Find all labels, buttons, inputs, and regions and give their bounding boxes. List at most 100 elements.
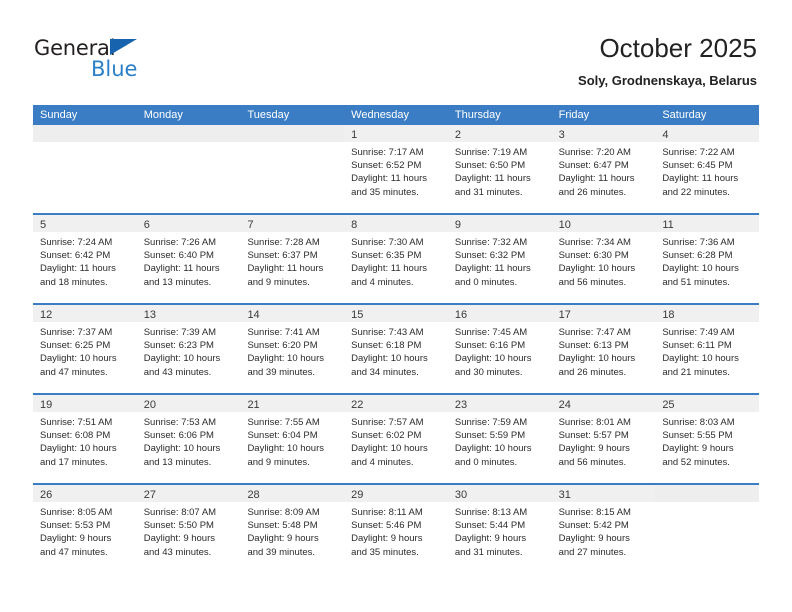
daylight-text-line2: and 30 minutes. xyxy=(454,366,523,378)
calendar-week-row: 1 Sunrise: 7:17 AM Sunset: 6:52 PM Daylight… xyxy=(33,125,760,213)
daylight-text-line1: Daylight: 9 hours xyxy=(662,443,734,455)
day-cell-26[interactable]: 26 Sunrise: 8:05 AM Sunset: 5:53 PM Dayligh… xyxy=(33,485,137,573)
day-cell-27[interactable]: 27 Sunrise: 8:07 AM Sunset: 5:50 PM Dayligh… xyxy=(136,485,241,573)
day-number-band: 15 xyxy=(344,305,448,322)
day-cell-19[interactable]: 19 Sunrise: 7:51 AM Sunset: 6:08 PM Dayligh… xyxy=(33,395,137,483)
day-cell-17[interactable]: 17 Sunrise: 7:47 AM Sunset: 6:13 PM Dayligh… xyxy=(551,305,656,393)
day-number-band: 17 xyxy=(551,305,656,322)
day-number-band: 4 xyxy=(655,125,760,142)
day-number-band: 3 xyxy=(551,125,656,142)
daylight-text-line2: and 9 minutes. xyxy=(247,276,310,288)
sunrise-text: Sunrise: 7:41 AM xyxy=(247,327,320,338)
daylight-text-line2: and 31 minutes. xyxy=(454,546,523,558)
daylight-text-line2: and 21 minutes. xyxy=(662,366,730,378)
general-blue-logo[interactable]: General Blue xyxy=(34,36,214,88)
day-cell-21[interactable]: 21 Sunrise: 7:55 AM Sunset: 6:04 PM Dayligh… xyxy=(240,395,345,483)
daylight-text-line1: Daylight: 11 hours xyxy=(558,173,635,185)
daylight-text-line2: and 43 minutes. xyxy=(143,366,212,378)
day-number: 28 xyxy=(247,489,260,501)
page-header: General Blue October 2025 Soly, Grodnens… xyxy=(0,0,792,100)
day-number: 31 xyxy=(558,489,571,501)
day-details: Sunrise: 7:51 AM Sunset: 6:08 PM Daylight:… xyxy=(33,412,137,469)
day-cell-2[interactable]: 2 Sunrise: 7:19 AM Sunset: 6:50 PM Daylight… xyxy=(447,125,552,213)
sunrise-text: Sunrise: 7:36 AM xyxy=(662,237,735,248)
day-details: Sunrise: 8:07 AM Sunset: 5:50 PM Daylight:… xyxy=(137,502,241,559)
sunrise-text: Sunrise: 7:32 AM xyxy=(454,237,528,248)
day-number-band: 1 xyxy=(344,125,448,142)
day-cell-6[interactable]: 6 Sunrise: 7:26 AM Sunset: 6:40 PM Daylight… xyxy=(136,215,241,303)
day-number-band: 10 xyxy=(551,215,656,232)
day-number-band: 9 xyxy=(447,215,552,232)
daylight-text-line2: and 22 minutes. xyxy=(662,186,730,198)
sunset-text: Sunset: 5:42 PM xyxy=(558,520,629,532)
sunrise-text: Sunrise: 7:24 AM xyxy=(40,237,113,248)
day-details: Sunrise: 8:13 AM Sunset: 5:44 PM Daylight:… xyxy=(448,502,552,559)
day-cell-18[interactable]: 18 Sunrise: 7:49 AM Sunset: 6:11 PM Dayligh… xyxy=(655,305,760,393)
day-details: Sunrise: 7:19 AM Sunset: 6:50 PM Daylight:… xyxy=(448,142,552,199)
day-cell-16[interactable]: 16 Sunrise: 7:45 AM Sunset: 6:16 PM Dayligh… xyxy=(447,305,552,393)
daylight-text-line1: Daylight: 11 hours xyxy=(662,173,739,185)
daylight-text-line1: Daylight: 10 hours xyxy=(351,443,428,455)
daylight-text-line2: and 34 minutes. xyxy=(351,366,419,378)
day-cell-3[interactable]: 3 Sunrise: 7:20 AM Sunset: 6:47 PM Daylight… xyxy=(551,125,656,213)
day-number: 23 xyxy=(454,399,468,411)
day-number: 29 xyxy=(351,489,364,501)
sunrise-text: Sunrise: 8:09 AM xyxy=(247,507,320,518)
sunset-text: Sunset: 5:44 PM xyxy=(454,520,526,532)
day-details: Sunrise: 7:55 AM Sunset: 6:04 PM Daylight:… xyxy=(240,412,344,469)
daylight-text-line2: and 9 minutes. xyxy=(247,456,310,468)
day-cell-30[interactable]: 30 Sunrise: 8:13 AM Sunset: 5:44 PM Dayligh… xyxy=(447,485,552,573)
day-cell-11[interactable]: 11 Sunrise: 7:36 AM Sunset: 6:28 PM Dayligh… xyxy=(655,215,760,303)
sunrise-text: Sunrise: 7:59 AM xyxy=(454,417,528,428)
day-details: Sunrise: 7:41 AM Sunset: 6:20 PM Daylight:… xyxy=(240,322,344,379)
day-number: 21 xyxy=(247,399,260,411)
day-cell-7[interactable]: 7 Sunrise: 7:28 AM Sunset: 6:37 PM Daylight… xyxy=(240,215,345,303)
day-number: 25 xyxy=(662,399,675,411)
day-cell-8[interactable]: 8 Sunrise: 7:30 AM Sunset: 6:35 PM Daylight… xyxy=(344,215,448,303)
day-number-band: 29 xyxy=(344,485,448,502)
daylight-text-line2: and 17 minutes. xyxy=(40,456,108,468)
day-cell-10[interactable]: 10 Sunrise: 7:34 AM Sunset: 6:30 PM Dayligh… xyxy=(551,215,656,303)
daylight-text-line2: and 56 minutes. xyxy=(558,276,627,288)
weekday-header-monday: Monday xyxy=(143,109,183,121)
daylight-text-line1: Daylight: 10 hours xyxy=(40,443,117,455)
day-cell-25[interactable]: 25 Sunrise: 8:03 AM Sunset: 5:55 PM Dayligh… xyxy=(655,395,760,483)
day-number-band: 2 xyxy=(447,125,552,142)
day-cell-5[interactable]: 5 Sunrise: 7:24 AM Sunset: 6:42 PM Daylight… xyxy=(33,215,137,303)
day-number: 22 xyxy=(351,399,364,411)
calendar-week-row: 5 Sunrise: 7:24 AM Sunset: 6:42 PM Daylight… xyxy=(33,213,760,303)
day-cell-20[interactable]: 20 Sunrise: 7:53 AM Sunset: 6:06 PM Dayligh… xyxy=(136,395,241,483)
sunset-text: Sunset: 6:40 PM xyxy=(143,250,214,262)
day-cell-31[interactable]: 31 Sunrise: 8:15 AM Sunset: 5:42 PM Dayligh… xyxy=(551,485,656,573)
day-cell-28[interactable]: 28 Sunrise: 8:09 AM Sunset: 5:48 PM Dayligh… xyxy=(240,485,345,573)
weekday-header-thursday: Thursday xyxy=(454,109,501,121)
day-cell-14[interactable]: 14 Sunrise: 7:41 AM Sunset: 6:20 PM Dayligh… xyxy=(240,305,345,393)
day-number-band: 23 xyxy=(447,395,552,412)
sunrise-text: Sunrise: 8:13 AM xyxy=(454,507,528,518)
weekday-header-saturday: Saturday xyxy=(662,109,707,121)
day-details: Sunrise: 7:53 AM Sunset: 6:06 PM Daylight:… xyxy=(137,412,241,469)
day-cell-24[interactable]: 24 Sunrise: 8:01 AM Sunset: 5:57 PM Dayligh… xyxy=(551,395,656,483)
daylight-text-line1: Daylight: 11 hours xyxy=(247,263,324,275)
daylight-text-line1: Daylight: 11 hours xyxy=(40,263,116,275)
day-cell-1[interactable]: 1 Sunrise: 7:17 AM Sunset: 6:52 PM Daylight… xyxy=(344,125,448,213)
day-number-band: 31 xyxy=(551,485,656,502)
sunrise-text: Sunrise: 7:26 AM xyxy=(143,237,217,248)
day-cell-23[interactable]: 23 Sunrise: 7:59 AM Sunset: 5:59 PM Dayligh… xyxy=(447,395,552,483)
day-number: 18 xyxy=(662,309,675,321)
daylight-text-line2: and 56 minutes. xyxy=(558,456,627,468)
daylight-text-line1: Daylight: 9 hours xyxy=(454,533,527,545)
daylight-text-line2: and 31 minutes. xyxy=(454,186,523,198)
day-cell-29[interactable]: 29 Sunrise: 8:11 AM Sunset: 5:46 PM Dayligh… xyxy=(344,485,448,573)
calendar-week-row: 12 Sunrise: 7:37 AM Sunset: 6:25 PM Dayligh… xyxy=(33,303,760,393)
day-cell-9[interactable]: 9 Sunrise: 7:32 AM Sunset: 6:32 PM Daylight… xyxy=(447,215,552,303)
day-cell-12[interactable]: 12 Sunrise: 7:37 AM Sunset: 6:25 PM Dayligh… xyxy=(33,305,137,393)
day-cell-22[interactable]: 22 Sunrise: 7:57 AM Sunset: 6:02 PM Dayligh… xyxy=(344,395,448,483)
day-details: Sunrise: 8:01 AM Sunset: 5:57 PM Daylight:… xyxy=(552,412,656,469)
day-number-band: 22 xyxy=(344,395,448,412)
day-cell-4[interactable]: 4 Sunrise: 7:22 AM Sunset: 6:45 PM Daylight… xyxy=(655,125,760,213)
day-cell-15[interactable]: 15 Sunrise: 7:43 AM Sunset: 6:18 PM Dayligh… xyxy=(344,305,448,393)
sunset-text: Sunset: 6:52 PM xyxy=(351,160,422,172)
sunset-text: Sunset: 5:59 PM xyxy=(454,430,526,442)
day-cell-13[interactable]: 13 Sunrise: 7:39 AM Sunset: 6:23 PM Dayligh… xyxy=(136,305,241,393)
